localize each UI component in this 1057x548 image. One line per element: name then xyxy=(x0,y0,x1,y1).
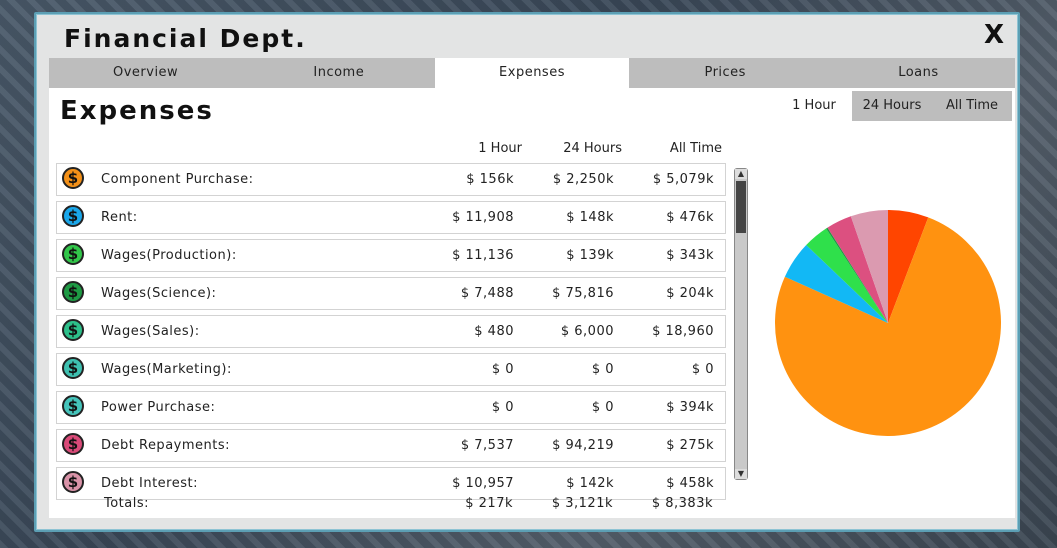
expense-value-all-time: $ 476k xyxy=(666,210,714,225)
expense-value-all-time: $ 18,960 xyxy=(652,324,714,339)
expense-label: Debt Repayments: xyxy=(101,438,230,453)
window-title: Financial Dept. xyxy=(64,24,307,53)
expense-value-24-hours: $ 0 xyxy=(591,362,614,377)
expense-value-24-hours: $ 75,816 xyxy=(552,286,614,301)
expense-row: $ Wages(Sales): $ 480 $ 6,000 $ 18,960 xyxy=(56,315,726,348)
expense-row: $ Component Purchase: $ 156k $ 2,250k $ 5,07… xyxy=(56,163,726,196)
expense-value-1-hour: $ 0 xyxy=(491,400,514,415)
totals-24-hours: $ 3,121k xyxy=(551,496,613,511)
column-header-24-hours: 24 Hours xyxy=(563,141,622,156)
column-header-all-time: All Time xyxy=(669,141,722,156)
expense-value-1-hour: $ 7,537 xyxy=(460,438,514,453)
expense-value-1-hour: $ 480 xyxy=(474,324,514,339)
expense-value-all-time: $ 394k xyxy=(666,400,714,415)
expense-row: $ Wages(Marketing): $ 0 $ 0 $ 0 xyxy=(56,353,726,386)
expense-value-1-hour: $ 0 xyxy=(491,362,514,377)
tab-income[interactable]: Income xyxy=(242,58,436,88)
expense-value-24-hours: $ 148k xyxy=(566,210,614,225)
expense-list-scrollbar[interactable]: ▲ ▼ xyxy=(734,168,748,480)
scroll-down-icon[interactable]: ▼ xyxy=(735,469,747,479)
expense-label: Wages(Production): xyxy=(101,248,237,263)
expense-row: $ Wages(Production): $ 11,136 $ 139k $ 343k xyxy=(56,239,726,272)
expense-label: Power Purchase: xyxy=(101,400,216,415)
totals-all-time: $ 8,383k xyxy=(651,496,713,511)
expense-label: Wages(Science): xyxy=(101,286,217,301)
totals-1-hour: $ 217k xyxy=(465,496,513,511)
expenses-panel: Expenses 1 Hour 24 Hours All Time 1 Hour… xyxy=(49,88,1015,518)
expense-row: $ Rent: $ 11,908 $ 148k $ 476k xyxy=(56,201,726,234)
dollar-coin-icon: $ xyxy=(62,205,84,227)
expense-value-1-hour: $ 11,908 xyxy=(452,210,514,225)
expenses-pie-chart xyxy=(775,210,1001,436)
dollar-coin-icon: $ xyxy=(62,433,84,455)
tab-expenses[interactable]: Expenses xyxy=(435,58,629,88)
expense-value-all-time: $ 343k xyxy=(666,248,714,263)
main-tabs: Overview Income Expenses Prices Loans xyxy=(49,58,1016,88)
expense-row: $ Power Purchase: $ 0 $ 0 $ 394k xyxy=(56,391,726,424)
expense-label: Component Purchase: xyxy=(101,172,254,187)
expense-label: Wages(Marketing): xyxy=(101,362,232,377)
expense-value-24-hours: $ 2,250k xyxy=(552,172,614,187)
scroll-up-icon[interactable]: ▲ xyxy=(735,169,747,179)
expense-value-24-hours: $ 6,000 xyxy=(560,324,614,339)
expense-label: Debt Interest: xyxy=(101,476,198,491)
period-tab-all-time[interactable]: All Time xyxy=(932,91,1012,121)
dollar-coin-icon: $ xyxy=(62,167,84,189)
period-tab-1-hour[interactable]: 1 Hour xyxy=(776,91,852,121)
expense-value-1-hour: $ 7,488 xyxy=(460,286,514,301)
financial-dept-window: Financial Dept. X Overview Income Expens… xyxy=(34,12,1020,532)
tab-prices[interactable]: Prices xyxy=(628,58,822,88)
dollar-coin-icon: $ xyxy=(62,243,84,265)
expense-value-24-hours: $ 0 xyxy=(591,400,614,415)
tab-overview[interactable]: Overview xyxy=(49,58,243,88)
period-tab-24-hours[interactable]: 24 Hours xyxy=(852,91,932,121)
dollar-coin-icon: $ xyxy=(62,357,84,379)
expense-list: $ Component Purchase: $ 156k $ 2,250k $ 5,07… xyxy=(56,163,726,505)
expense-row: $ Wages(Science): $ 7,488 $ 75,816 $ 204k xyxy=(56,277,726,310)
expense-value-1-hour: $ 11,136 xyxy=(452,248,514,263)
period-tabs: 1 Hour 24 Hours All Time xyxy=(776,91,1014,121)
page-title: Expenses xyxy=(60,96,214,126)
dollar-coin-icon: $ xyxy=(62,319,84,341)
expense-value-24-hours: $ 94,219 xyxy=(552,438,614,453)
tab-loans[interactable]: Loans xyxy=(821,58,1016,88)
expense-value-all-time: $ 275k xyxy=(666,438,714,453)
dollar-coin-icon: $ xyxy=(62,281,84,303)
dollar-coin-icon: $ xyxy=(62,395,84,417)
expense-value-24-hours: $ 139k xyxy=(566,248,614,263)
expense-value-all-time: $ 5,079k xyxy=(652,172,714,187)
expense-value-all-time: $ 204k xyxy=(666,286,714,301)
expense-row: $ Debt Repayments: $ 7,537 $ 94,219 $ 275k xyxy=(56,429,726,462)
expense-value-all-time: $ 458k xyxy=(666,476,714,491)
totals-label: Totals: xyxy=(104,496,150,511)
scrollbar-thumb[interactable] xyxy=(736,181,746,233)
expense-label: Rent: xyxy=(101,210,138,225)
expense-value-1-hour: $ 156k xyxy=(466,172,514,187)
close-button[interactable]: X xyxy=(984,20,1004,50)
dollar-coin-icon: $ xyxy=(62,471,84,493)
expense-value-all-time: $ 0 xyxy=(691,362,714,377)
expense-value-1-hour: $ 10,957 xyxy=(452,476,514,491)
expense-label: Wages(Sales): xyxy=(101,324,200,339)
column-header-1-hour: 1 Hour xyxy=(478,141,522,156)
expense-value-24-hours: $ 142k xyxy=(566,476,614,491)
